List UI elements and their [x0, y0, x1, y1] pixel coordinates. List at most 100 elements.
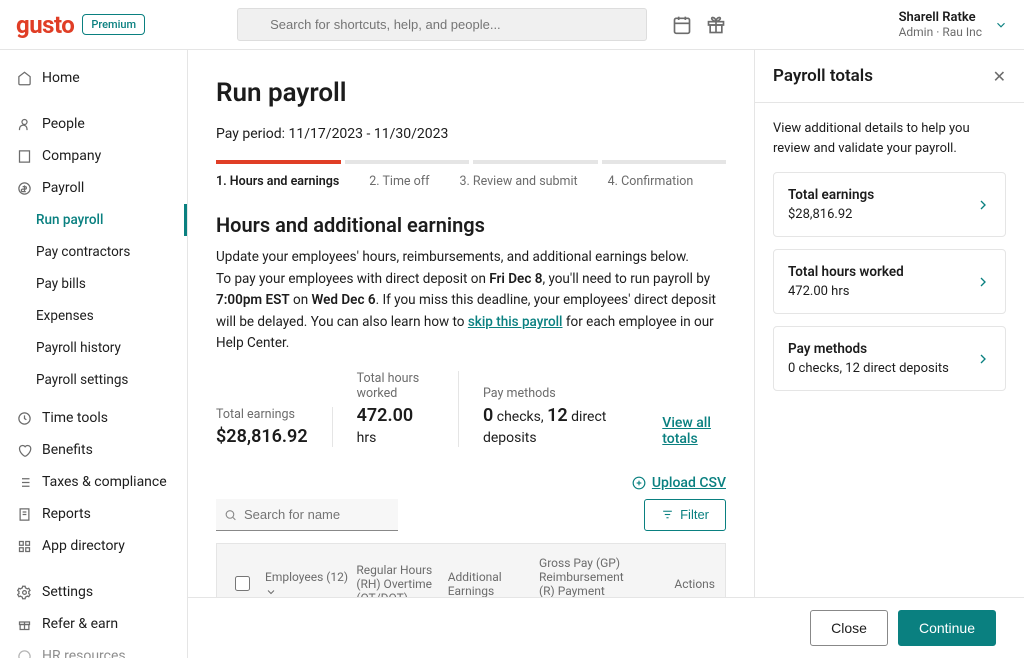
- close-icon[interactable]: ✕: [993, 67, 1006, 86]
- card-value: 0 checks, 12 direct deposits: [788, 361, 949, 376]
- nav-taxes[interactable]: Taxes & compliance: [0, 466, 187, 498]
- nav-home[interactable]: Home: [0, 62, 187, 94]
- total-label: Total hours worked: [357, 371, 434, 401]
- bottom-bar: Close Continue: [188, 597, 1024, 658]
- subnav-pay-contractors[interactable]: Pay contractors: [0, 236, 187, 268]
- th-actions: Actions: [632, 577, 715, 591]
- total-label: Total earnings: [216, 407, 308, 422]
- card-total-hours[interactable]: Total hours worked 472.00 hrs: [773, 249, 1006, 314]
- gear-icon: [16, 584, 32, 600]
- nav-label: Reports: [42, 506, 91, 522]
- subnav-expenses[interactable]: Expenses: [0, 300, 187, 332]
- nav-hr[interactable]: HR resources: [0, 640, 187, 658]
- th-additional: Additional Earnings: [448, 570, 531, 598]
- th-employees[interactable]: Employees (12): [265, 570, 348, 598]
- section-description: Update your employees' hours, reimbursem…: [216, 247, 726, 355]
- filter-button[interactable]: Filter: [644, 499, 726, 531]
- chevron-down-icon: [994, 18, 1008, 32]
- progress-seg-2: [345, 160, 470, 164]
- payroll-totals-panel: Payroll totals ✕ View additional details…: [754, 50, 1024, 658]
- total-value: $28,816.92: [216, 426, 308, 447]
- gift-icon[interactable]: [705, 14, 727, 36]
- subnav-payroll-history[interactable]: Payroll history: [0, 332, 187, 364]
- nav-time-tools[interactable]: Time tools: [0, 402, 187, 434]
- nav-label: Taxes & compliance: [42, 474, 167, 490]
- step-2: 2. Time off: [369, 174, 429, 189]
- nav-label: Time tools: [42, 410, 108, 426]
- nav-label: App directory: [42, 538, 125, 554]
- continue-button[interactable]: Continue: [898, 610, 996, 646]
- search-input[interactable]: [237, 8, 647, 41]
- report-icon: [16, 506, 32, 522]
- list-icon: [16, 474, 32, 490]
- select-all-checkbox[interactable]: [235, 576, 250, 591]
- progress-seg-4: [602, 160, 727, 164]
- card-pay-methods[interactable]: Pay methods 0 checks, 12 direct deposits: [773, 326, 1006, 391]
- card-label: Total earnings: [788, 187, 874, 203]
- total-label: Pay methods: [483, 386, 614, 401]
- filter-icon: [661, 508, 674, 521]
- plus-circle-icon: [632, 476, 646, 490]
- chevron-right-icon: [975, 197, 991, 213]
- card-value: $28,816.92: [788, 207, 874, 222]
- nav-reports[interactable]: Reports: [0, 498, 187, 530]
- upload-csv-link[interactable]: Upload CSV: [632, 475, 726, 491]
- card-value: 472.00 hrs: [788, 284, 904, 299]
- total-hours: Total hours worked 472.00 hrs: [357, 371, 459, 447]
- hr-icon: [16, 648, 32, 658]
- step-1: 1. Hours and earnings: [216, 174, 339, 189]
- nav-settings[interactable]: Settings: [0, 576, 187, 608]
- logo[interactable]: gusto Premium: [16, 11, 145, 39]
- chevron-right-icon: [975, 351, 991, 367]
- chevron-right-icon: [975, 274, 991, 290]
- step-3: 3. Review and submit: [459, 174, 577, 189]
- subnav-payroll-settings[interactable]: Payroll settings: [0, 364, 187, 396]
- user-role: Admin · Rau Inc: [899, 25, 982, 39]
- nav-payroll[interactable]: Payroll: [0, 172, 187, 204]
- nav-label: Payroll: [42, 180, 84, 196]
- nav-people[interactable]: People: [0, 108, 187, 140]
- top-bar: gusto Premium Sharell Ratke Admin · Rau …: [0, 0, 1024, 50]
- nav-label: HR resources: [42, 648, 126, 658]
- user-name: Sharell Ratke: [899, 10, 982, 25]
- nav-label: Refer & earn: [42, 616, 118, 632]
- nav-label: Settings: [42, 584, 93, 600]
- nav-label: People: [42, 116, 85, 132]
- card-label: Pay methods: [788, 341, 949, 357]
- panel-description: View additional details to help you revi…: [773, 119, 1006, 158]
- nav-benefits[interactable]: Benefits: [0, 434, 187, 466]
- section-title: Hours and additional earnings: [216, 213, 726, 237]
- logo-text: gusto: [16, 11, 74, 39]
- totals-summary: Total earnings $28,816.92 Total hours wo…: [216, 371, 726, 447]
- total-value: 472.00 hrs: [357, 405, 434, 447]
- progress-bar: [216, 160, 726, 164]
- skip-payroll-link[interactable]: skip this payroll: [468, 314, 563, 330]
- sidebar: Home People Company Payroll Run payroll …: [0, 50, 188, 658]
- company-icon: [16, 148, 32, 164]
- calendar-icon[interactable]: [671, 14, 693, 36]
- close-button[interactable]: Close: [810, 610, 888, 646]
- nav-refer[interactable]: Refer & earn: [0, 608, 187, 640]
- subnav-pay-bills[interactable]: Pay bills: [0, 268, 187, 300]
- subnav-run-payroll[interactable]: Run payroll: [0, 204, 187, 236]
- card-label: Total hours worked: [788, 264, 904, 280]
- nav-app-directory[interactable]: App directory: [0, 530, 187, 562]
- nav-label: Home: [42, 70, 80, 86]
- payroll-icon: [16, 180, 32, 196]
- main-content: Run payroll Pay period: 11/17/2023 - 11/…: [188, 50, 754, 658]
- heart-icon: [16, 442, 32, 458]
- premium-badge: Premium: [82, 14, 145, 35]
- step-4: 4. Confirmation: [608, 174, 694, 189]
- progress-seg-1: [216, 160, 341, 164]
- total-value: 0 checks, 12 direct deposits: [483, 405, 614, 447]
- card-total-earnings[interactable]: Total earnings $28,816.92: [773, 172, 1006, 237]
- clock-icon: [16, 410, 32, 426]
- nav-company[interactable]: Company: [0, 140, 187, 172]
- total-pay-methods: Pay methods 0 checks, 12 direct deposits: [483, 386, 638, 447]
- view-all-totals-link[interactable]: View all totals: [662, 415, 726, 447]
- name-search-input[interactable]: [216, 499, 398, 531]
- panel-title: Payroll totals: [773, 66, 873, 86]
- nav-label: Benefits: [42, 442, 93, 458]
- user-menu[interactable]: Sharell Ratke Admin · Rau Inc: [879, 10, 1008, 39]
- nav-label: Company: [42, 148, 101, 164]
